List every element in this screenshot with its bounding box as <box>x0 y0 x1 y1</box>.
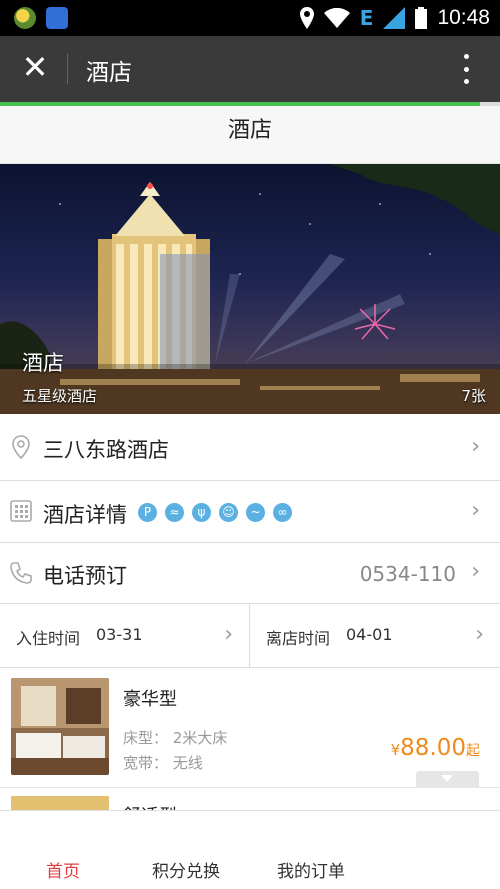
pool-icon: ~ <box>246 503 265 522</box>
currency-symbol: ¥ <box>390 741 401 759</box>
chevron-right-icon: › <box>475 622 484 647</box>
phone-booking-row[interactable]: 电话预订 0534-110 › <box>0 543 500 604</box>
room-bed: 床型： 2米大床 <box>123 727 227 748</box>
bed-value: 2米大床 <box>172 729 228 747</box>
address-row[interactable]: 三八东路酒店 › <box>0 414 500 481</box>
wifi-label: 宽带： <box>123 754 169 772</box>
chevron-right-icon: › <box>471 434 480 459</box>
room-name: 豪华型 <box>123 689 177 710</box>
chevron-right-icon: › <box>471 498 480 523</box>
chevron-right-icon: › <box>224 622 233 647</box>
phone-number[interactable]: 0534-110 <box>360 562 456 586</box>
tab-points-exchange[interactable]: 积分兑换 <box>152 857 220 882</box>
app-badge-icon <box>14 7 36 29</box>
gym-icon: ∞ <box>273 503 292 522</box>
location-pin-icon <box>12 435 30 460</box>
phone-booking-label: 电话预订 <box>43 564 127 588</box>
meeting-icon: ☺ <box>219 503 238 522</box>
tab-my-orders[interactable]: 我的订单 <box>277 857 345 882</box>
battery-icon <box>415 7 428 29</box>
more-vertical-icon[interactable] <box>464 54 470 84</box>
app-bar-title: 酒店 <box>86 60 132 86</box>
price-suffix: 起 <box>466 743 480 759</box>
checkin-date-picker[interactable]: 入住时间 03-31 › <box>0 604 250 668</box>
hotel-details-label: 酒店详情 <box>43 503 127 527</box>
hotel-name: 酒店 <box>22 351 64 375</box>
facility-icons: P ≈ ψ ☺ ~ ∞ <box>138 503 292 522</box>
location-icon <box>299 7 314 29</box>
checkout-date-picker[interactable]: 离店时间 04-01 › <box>250 604 500 668</box>
bottom-tab-bar: 首页 积分兑换 我的订单 <box>0 810 500 889</box>
phone-icon <box>10 562 32 584</box>
checkout-label: 离店时间 <box>266 629 331 648</box>
expand-room-button[interactable] <box>416 771 479 787</box>
room-wifi: 宽带： 无线 <box>123 752 203 773</box>
room-price: ¥88.00起 <box>391 735 480 761</box>
page-title: 酒店 <box>0 106 500 164</box>
price-value: 88.00 <box>400 735 466 761</box>
room-card[interactable]: 豪华型 床型： 2米大床 宽带： 无线 ¥88.00起 <box>0 668 500 788</box>
network-type: E <box>359 6 374 30</box>
signal-icon <box>383 7 406 29</box>
wifi-icon <box>323 8 350 28</box>
status-clock: 10:48 <box>437 6 490 29</box>
tab-home[interactable]: 首页 <box>46 857 80 882</box>
close-icon[interactable]: ✕ <box>18 50 52 84</box>
hotel-hero-image[interactable]: 酒店 五星级酒店 7张 <box>0 164 500 414</box>
status-bar: E 10:48 <box>0 0 500 36</box>
bed-label: 床型： <box>123 729 169 747</box>
checkin-label: 入住时间 <box>16 629 81 648</box>
stay-dates: 入住时间 03-31 › 离店时间 04-01 › <box>0 604 500 668</box>
parking-icon: P <box>138 503 157 522</box>
baidu-icon <box>46 7 68 29</box>
hotel-night-photo <box>0 164 500 414</box>
photo-count[interactable]: 7张 <box>461 385 486 406</box>
hotel-star-rating: 五星级酒店 <box>22 387 98 405</box>
chevron-right-icon: › <box>471 559 480 584</box>
chevron-down-icon <box>441 775 453 782</box>
building-icon <box>10 500 32 522</box>
restaurant-icon: ψ <box>192 503 211 522</box>
app-bar: ✕ 酒店 <box>0 36 500 102</box>
checkout-value: 04-01 <box>346 625 393 644</box>
app-bar-divider <box>67 54 68 84</box>
room-photo <box>11 678 109 775</box>
hotel-details-row[interactable]: 酒店详情 P ≈ ψ ☺ ~ ∞ › <box>0 481 500 543</box>
wifi-icon: ≈ <box>165 503 184 522</box>
address-label: 三八东路酒店 <box>43 438 169 462</box>
checkin-value: 03-31 <box>96 625 143 644</box>
wifi-value: 无线 <box>172 754 203 772</box>
